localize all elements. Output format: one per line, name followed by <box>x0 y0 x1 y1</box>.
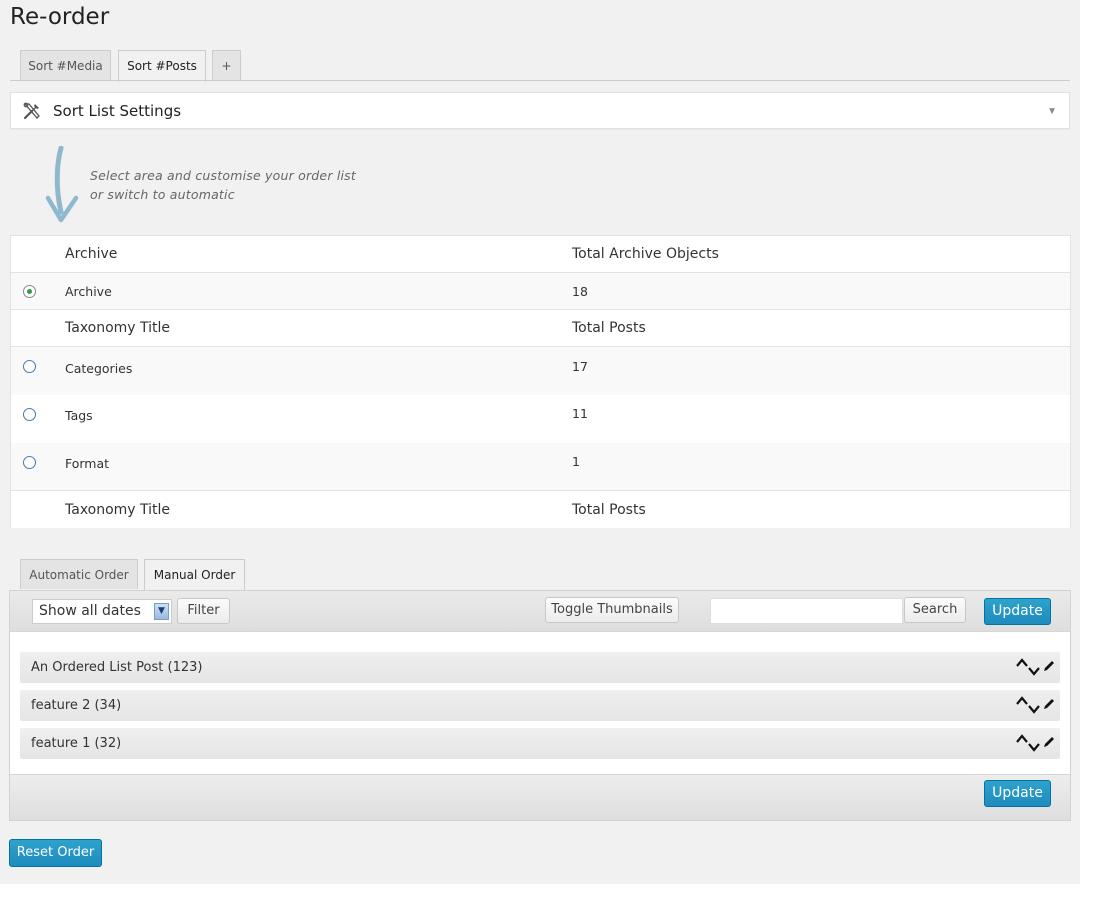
tab-automatic-order[interactable]: Automatic Order <box>20 559 138 589</box>
reset-order-button[interactable]: Reset Order <box>9 839 102 867</box>
archive-header-count: Total Archive Objects <box>572 246 719 262</box>
hint-text: Select area and customise your order lis… <box>90 166 356 204</box>
tab-divider <box>10 80 1070 81</box>
taxonomy-footer-title: Taxonomy Title <box>65 502 171 518</box>
table-row[interactable]: Categories 17 <box>11 347 1070 395</box>
list-item[interactable]: An Ordered List Post (123) <box>20 652 1060 683</box>
row-label: Format <box>65 456 110 471</box>
item-controls <box>994 658 1054 678</box>
date-filter-value: Show all dates <box>39 603 141 619</box>
sort-list-settings-bar[interactable]: Sort List Settings ▼ <box>10 92 1070 129</box>
taxonomy-header-row: Taxonomy Title Total Posts <box>11 310 1070 347</box>
hint-line-2: or switch to automatic <box>90 187 235 202</box>
list-item[interactable]: feature 2 (34) <box>20 690 1060 721</box>
search-input[interactable] <box>710 598 903 624</box>
row-label: Tags <box>65 408 93 423</box>
panel-footer: Update <box>10 774 1070 820</box>
item-controls <box>994 734 1054 754</box>
toggle-thumbnails-button[interactable]: Toggle Thumbnails <box>545 597 679 623</box>
move-up-icon[interactable] <box>1016 734 1028 744</box>
row-count: 18 <box>572 284 588 299</box>
filter-button[interactable]: Filter <box>177 598 230 624</box>
date-filter-select[interactable]: Show all dates ▼ <box>32 599 172 624</box>
tab-add[interactable]: + <box>212 50 241 80</box>
move-down-icon[interactable] <box>1028 704 1040 714</box>
taxonomy-header-count: Total Posts <box>572 320 646 336</box>
item-label: An Ordered List Post (123) <box>31 660 203 675</box>
table-row[interactable]: Tags 11 <box>11 395 1070 443</box>
page-title: Re-order <box>10 4 110 30</box>
table-row[interactable]: Archive 18 <box>11 273 1070 310</box>
radio-format[interactable] <box>23 456 36 469</box>
row-label: Archive <box>65 284 112 299</box>
tab-manual-order[interactable]: Manual Order <box>144 559 245 591</box>
move-down-icon[interactable] <box>1028 742 1040 752</box>
tab-sort-media[interactable]: Sort #Media <box>20 50 111 80</box>
tools-icon <box>23 102 40 120</box>
page: Re-order Sort #Media Sort #Posts + Sort … <box>0 0 1080 884</box>
move-up-icon[interactable] <box>1016 696 1028 706</box>
item-label: feature 2 (34) <box>31 698 122 713</box>
search-button[interactable]: Search <box>904 597 966 623</box>
chevron-down-icon[interactable]: ▼ <box>154 603 169 620</box>
table-row[interactable]: Format 1 <box>11 443 1070 491</box>
tab-sort-posts[interactable]: Sort #Posts <box>118 50 206 82</box>
item-controls <box>994 696 1054 716</box>
radio-categories[interactable] <box>23 360 36 373</box>
update-button-top[interactable]: Update <box>984 598 1051 625</box>
row-count: 1 <box>572 454 580 469</box>
curved-arrow-icon <box>45 146 79 223</box>
taxonomy-footer-count: Total Posts <box>572 502 646 518</box>
edit-pencil-icon[interactable] <box>1042 697 1056 711</box>
triangle-down-icon[interactable]: ▼ <box>1047 93 1057 130</box>
row-count: 11 <box>572 406 588 421</box>
area-selection-table: Archive Total Archive Objects Archive 18… <box>10 235 1071 528</box>
hint-line-1: Select area and customise your order lis… <box>90 168 356 183</box>
list-item[interactable]: feature 1 (32) <box>20 728 1060 759</box>
manual-order-panel: Show all dates ▼ Filter Toggle Thumbnail… <box>9 590 1071 821</box>
radio-archive[interactable] <box>23 285 36 298</box>
move-down-icon[interactable] <box>1028 666 1040 676</box>
edit-pencil-icon[interactable] <box>1042 735 1056 749</box>
toolbar: Show all dates ▼ Filter Toggle Thumbnail… <box>10 591 1070 632</box>
update-button-bottom[interactable]: Update <box>984 780 1051 807</box>
archive-header-title: Archive <box>65 246 118 262</box>
archive-header-row: Archive Total Archive Objects <box>11 236 1070 273</box>
item-label: feature 1 (32) <box>31 736 122 751</box>
taxonomy-header-title: Taxonomy Title <box>65 320 171 336</box>
row-label: Categories <box>65 361 133 376</box>
move-up-icon[interactable] <box>1016 658 1028 668</box>
taxonomy-footer-row: Taxonomy Title Total Posts <box>11 492 1070 528</box>
settings-label: Sort List Settings <box>53 102 182 120</box>
radio-tags[interactable] <box>23 408 36 421</box>
edit-pencil-icon[interactable] <box>1042 659 1056 673</box>
row-count: 17 <box>572 359 588 374</box>
